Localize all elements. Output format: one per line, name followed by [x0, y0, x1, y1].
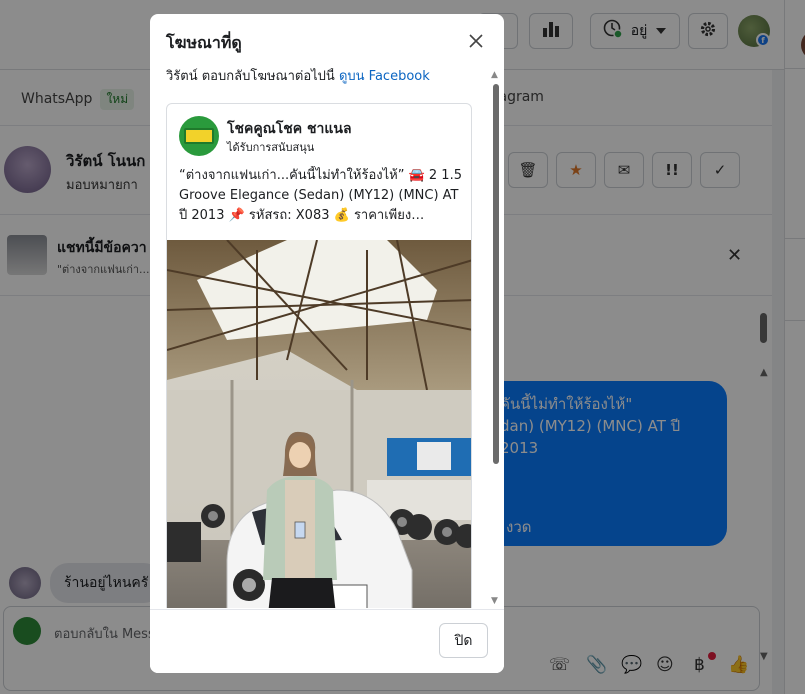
ad-image — [167, 240, 471, 608]
reply-note-text: วิรัตน์ ตอบกลับโฆษณาต่อไปนี้ — [166, 69, 339, 84]
dialog-title: โฆษณาที่ดู — [166, 33, 242, 52]
close-button[interactable]: ปิด — [439, 623, 488, 658]
page-name: โชคคูณโชค ชาแนล — [227, 121, 352, 137]
scroll-up-arrow-icon[interactable]: ▲ — [491, 70, 498, 80]
scroll-down-arrow-icon[interactable]: ▼ — [491, 596, 498, 606]
dialog-scroll-thumb[interactable] — [493, 84, 499, 464]
ad-caption: “ต่างจากแฟนเก่า...คันนี้ไม่ทำให้ร้องไห้”… — [179, 168, 462, 223]
page-logo — [179, 116, 219, 156]
dialog-footer: ปิด — [150, 609, 504, 673]
view-on-facebook-link[interactable]: ดูบน Facebook — [339, 69, 430, 84]
dialog-body: วิรัตน์ ตอบกลับโฆษณาต่อไปนี้ ดูบน Facebo… — [150, 68, 504, 608]
reply-note: วิรัตน์ ตอบกลับโฆษณาต่อไปนี้ ดูบน Facebo… — [166, 68, 430, 88]
ad-preview-card: โชคคูณโชค ชาแนล ได้รับการสนับสนุน “ต่างจ… — [166, 103, 472, 608]
close-icon — [469, 29, 483, 53]
sponsored-label: ได้รับการสนับสนุน — [227, 141, 315, 154]
close-dialog-button[interactable] — [466, 31, 486, 51]
viewed-ad-dialog: โฆษณาที่ดู วิรัตน์ ตอบกลับโฆษณาต่อไปนี้ … — [150, 14, 504, 673]
